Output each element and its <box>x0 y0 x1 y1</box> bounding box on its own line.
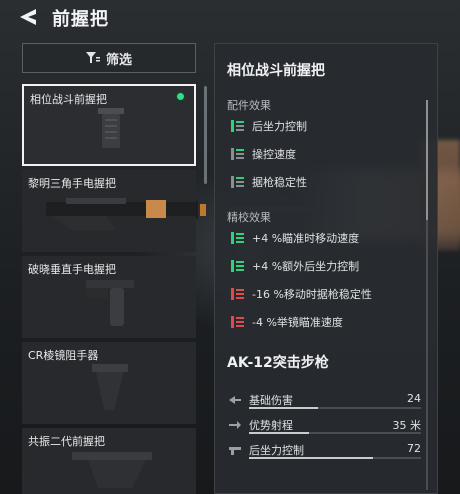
triangle-flashlight-grip-icon <box>46 198 196 230</box>
damage-icon <box>229 396 241 404</box>
attachment-effect-row: 据枪稳定性 <box>231 174 307 190</box>
grip-icon <box>98 108 124 148</box>
effect-text: -4 %举镜瞄准速度 <box>252 316 343 329</box>
angled-grip-icon <box>72 452 152 488</box>
attachment-effect-row: 操控速度 <box>231 146 296 162</box>
stat-down-icon <box>231 316 244 328</box>
effect-text: 操控速度 <box>252 148 296 161</box>
attachment-item-daybreak-vertical[interactable]: 破晓垂直手电握把 <box>22 256 196 338</box>
stat-value: 72 <box>407 442 421 455</box>
list-scrollbar[interactable] <box>204 86 207 184</box>
refine-effects-label: 精校效果 <box>227 211 271 224</box>
panel-scrollbar-thumb[interactable] <box>426 100 428 220</box>
effect-text: +4 %额外后坐力控制 <box>252 260 360 273</box>
stat-gray-icon <box>231 176 244 188</box>
attachment-name: 相位战斗前握把 <box>227 63 325 79</box>
attachment-effect-row: 后坐力控制 <box>231 118 307 134</box>
attachment-detail-panel: 相位战斗前握把 配件效果 后坐力控制 操控速度 据枪稳定性 精校效果 +4 %瞄… <box>214 43 438 494</box>
stat-bar <box>249 432 421 434</box>
stat-name: 优势射程 <box>249 419 293 432</box>
stat-up-icon <box>231 260 244 272</box>
attachment-effects-label: 配件效果 <box>227 99 271 112</box>
stat-bar <box>249 457 421 459</box>
attachment-item-cr-prism[interactable]: CR棱镜阻手器 <box>22 342 196 424</box>
attachment-item-label: 共振二代前握把 <box>28 435 105 448</box>
stat-up-icon <box>231 232 244 244</box>
refine-effect-row-positive: +4 %瞄准时移动速度 <box>231 230 359 246</box>
filter-icon <box>85 52 100 63</box>
effect-text: +4 %瞄准时移动速度 <box>252 232 360 245</box>
attachment-item-resonance-2[interactable]: 共振二代前握把 <box>22 428 196 494</box>
page-title: 前握把 <box>52 9 109 30</box>
header-bar: 前握把 <box>0 0 460 34</box>
stat-name: 基础伤害 <box>249 394 293 407</box>
refine-effect-row-negative: -4 %举镜瞄准速度 <box>231 314 343 330</box>
back-arrow-icon[interactable] <box>14 7 42 27</box>
hand-stop-icon <box>92 364 128 410</box>
refine-effect-row-negative: -16 %移动时据枪稳定性 <box>231 286 372 302</box>
stat-row-range: 优势射程 35 米 <box>227 417 421 441</box>
attachment-list[interactable]: 相位战斗前握把 黎明三角手电握把 破晓垂直手电握把 CR棱镜阻手器 共振二代前握… <box>22 84 198 494</box>
weapon-name: AK-12突击步枪 <box>227 355 329 371</box>
effect-text: -16 %移动时据枪稳定性 <box>252 288 372 301</box>
attachment-item-phase-grip[interactable]: 相位战斗前握把 <box>22 84 196 166</box>
filter-label: 筛选 <box>105 52 132 68</box>
range-icon <box>229 421 241 429</box>
stat-value: 24 <box>407 392 421 405</box>
attachment-item-label: 相位战斗前握把 <box>30 93 107 106</box>
effect-text: 后坐力控制 <box>252 120 307 133</box>
equipped-indicator <box>175 91 186 102</box>
stat-green-icon <box>231 120 244 132</box>
recoil-icon <box>229 447 241 455</box>
stat-bar <box>249 407 421 409</box>
stat-row-damage: 基础伤害 24 <box>227 392 421 416</box>
filter-button[interactable]: 筛选 <box>22 43 196 73</box>
vertical-flashlight-grip-icon <box>86 280 134 326</box>
refine-effect-row-positive: +4 %额外后坐力控制 <box>231 258 359 274</box>
stat-gray-icon <box>231 148 244 160</box>
attachment-item-label: 破晓垂直手电握把 <box>28 263 116 276</box>
attachment-item-label: CR棱镜阻手器 <box>28 349 99 362</box>
attachment-item-label: 黎明三角手电握把 <box>28 177 116 190</box>
stat-down-icon <box>231 288 244 300</box>
stat-row-recoil: 后坐力控制 72 <box>227 442 421 466</box>
effect-text: 据枪稳定性 <box>252 176 307 189</box>
attachment-item-dawn-triangle[interactable]: 黎明三角手电握把 <box>22 170 196 252</box>
stat-value: 35 米 <box>392 419 422 432</box>
panel-scrollbar[interactable] <box>426 100 428 490</box>
stat-name: 后坐力控制 <box>249 444 304 457</box>
